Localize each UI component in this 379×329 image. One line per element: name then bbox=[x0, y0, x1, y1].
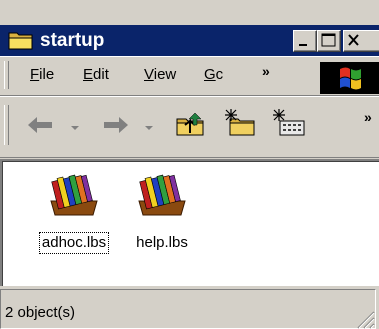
toolbar-grip[interactable] bbox=[4, 105, 9, 145]
status-bar: 2 object(s) bbox=[0, 287, 379, 329]
forward-dropdown-chevron-icon[interactable] bbox=[144, 119, 154, 136]
menu-overflow-chevron[interactable]: » bbox=[262, 63, 270, 79]
file-item-help[interactable]: help.lbs bbox=[122, 171, 202, 253]
menu-file[interactable]: File bbox=[30, 66, 54, 84]
maximize-button[interactable] bbox=[317, 30, 341, 52]
forward-icon[interactable] bbox=[100, 113, 130, 141]
back-icon[interactable] bbox=[26, 113, 56, 141]
library-books-icon bbox=[138, 174, 186, 216]
file-name: adhoc.lbs bbox=[38, 232, 110, 254]
explorer-window: startup File Edit View Gc » » adhoc.lbs … bbox=[0, 0, 379, 329]
file-list-view[interactable]: adhoc.lbs help.lbs bbox=[0, 159, 379, 286]
properties-icon[interactable] bbox=[272, 107, 306, 143]
toolbar-overflow-chevron[interactable]: » bbox=[364, 109, 372, 125]
library-books-icon bbox=[50, 174, 98, 216]
size-grip-icon[interactable] bbox=[355, 309, 375, 329]
file-item-adhoc[interactable]: adhoc.lbs bbox=[34, 171, 114, 254]
status-object-count: 2 object(s) bbox=[5, 304, 76, 321]
windows-logo bbox=[320, 62, 379, 94]
window-title: startup bbox=[40, 30, 105, 51]
back-dropdown-chevron-icon[interactable] bbox=[70, 119, 80, 136]
new-folder-icon[interactable] bbox=[222, 107, 256, 143]
up-folder-icon[interactable] bbox=[175, 109, 207, 143]
status-pane: 2 object(s) bbox=[0, 289, 376, 329]
title-bar[interactable]: startup bbox=[0, 25, 379, 56]
minimize-button[interactable] bbox=[293, 30, 317, 52]
file-name: help.lbs bbox=[136, 234, 188, 251]
menubar-grip[interactable] bbox=[4, 61, 9, 89]
standard-toolbar: » bbox=[0, 96, 379, 158]
folder-icon bbox=[8, 29, 34, 51]
menu-go[interactable]: Gc bbox=[204, 66, 223, 84]
menu-view[interactable]: View bbox=[144, 66, 176, 84]
menu-edit[interactable]: Edit bbox=[83, 66, 109, 84]
close-button[interactable] bbox=[343, 30, 379, 52]
